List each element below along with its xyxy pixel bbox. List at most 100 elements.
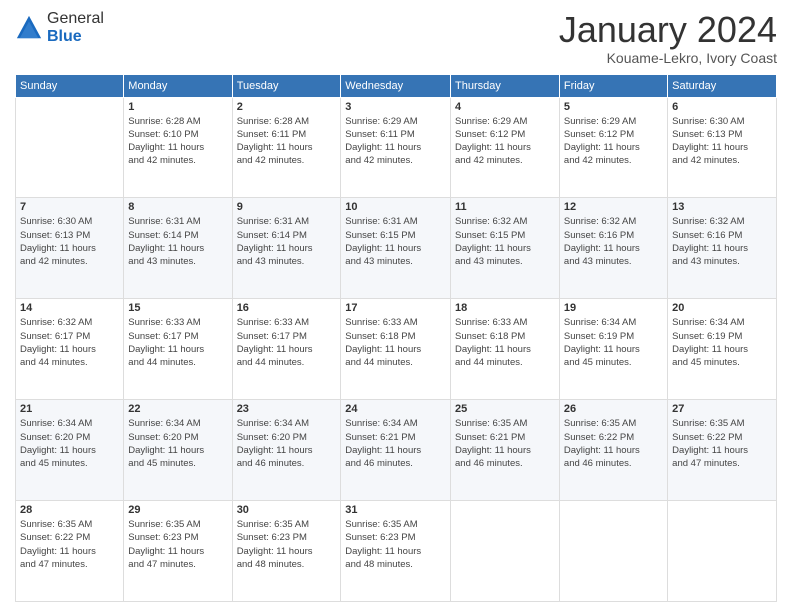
calendar-cell: 17Sunrise: 6:33 AMSunset: 6:18 PMDayligh…	[341, 299, 451, 400]
calendar-cell: 22Sunrise: 6:34 AMSunset: 6:20 PMDayligh…	[124, 400, 232, 501]
day-info: Sunrise: 6:35 AMSunset: 6:22 PMDaylight:…	[672, 417, 772, 470]
day-info: Sunrise: 6:29 AMSunset: 6:11 PMDaylight:…	[345, 115, 446, 168]
day-info: Sunrise: 6:32 AMSunset: 6:17 PMDaylight:…	[20, 316, 119, 369]
day-info: Sunrise: 6:33 AMSunset: 6:17 PMDaylight:…	[237, 316, 337, 369]
calendar-cell: 19 Sunrise: 6:34 AMSunset: 6:19 PMDayligh…	[559, 299, 667, 400]
day-number: 22	[128, 403, 227, 415]
calendar-cell: 4Sunrise: 6:29 AMSunset: 6:12 PMDaylight…	[451, 97, 560, 198]
header: General Blue January 2024 Kouame-Lekro, …	[15, 10, 777, 66]
calendar-week-4: 21 Sunrise: 6:34 AMSunset: 6:20 PMDayligh…	[16, 400, 777, 501]
logo-blue-text: Blue	[47, 28, 104, 46]
day-info: Sunrise: 6:30 AMSunset: 6:13 PMDaylight:…	[20, 215, 119, 268]
day-info: Sunrise: 6:35 AMSunset: 6:22 PMDaylight:…	[564, 417, 663, 470]
day-info: Sunrise: 6:28 AMSunset: 6:10 PMDaylight:…	[128, 115, 227, 168]
day-info: Sunrise: 6:28 AMSunset: 6:11 PMDaylight:…	[237, 115, 337, 168]
day-number: 1	[128, 101, 227, 113]
header-wednesday: Wednesday	[341, 74, 451, 97]
header-monday: Monday	[124, 74, 232, 97]
calendar-cell: 27 Sunrise: 6:35 AMSunset: 6:22 PMDayligh…	[668, 400, 777, 501]
header-thursday: Thursday	[451, 74, 560, 97]
calendar-cell: 16Sunrise: 6:33 AMSunset: 6:17 PMDayligh…	[232, 299, 341, 400]
calendar-week-5: 28Sunrise: 6:35 AMSunset: 6:22 PMDayligh…	[16, 501, 777, 602]
header-friday: Friday	[559, 74, 667, 97]
calendar-cell: 6 Sunrise: 6:30 AMSunset: 6:13 PMDaylight…	[668, 97, 777, 198]
calendar-cell: 28Sunrise: 6:35 AMSunset: 6:22 PMDayligh…	[16, 501, 124, 602]
title-area: January 2024 Kouame-Lekro, Ivory Coast	[559, 10, 777, 66]
calendar-cell: 31 Sunrise: 6:35 AMSunset: 6:23 PMDayligh…	[341, 501, 451, 602]
day-info: Sunrise: 6:35 AMSunset: 6:23 PMDaylight:…	[345, 518, 446, 571]
day-number: 24	[345, 403, 446, 415]
day-info: Sunrise: 6:29 AMSunset: 6:12 PMDaylight:…	[564, 115, 663, 168]
calendar-cell	[668, 501, 777, 602]
day-info: Sunrise: 6:30 AMSunset: 6:13 PMDaylight:…	[672, 115, 772, 168]
day-info: Sunrise: 6:34 AMSunset: 6:20 PMDaylight:…	[237, 417, 337, 470]
header-sunday: Sunday	[16, 74, 124, 97]
day-number: 18	[455, 302, 555, 314]
day-number: 8	[128, 201, 227, 213]
logo-general-text: General	[47, 10, 104, 28]
day-number: 13	[672, 201, 772, 213]
calendar-cell: 2 Sunrise: 6:28 AMSunset: 6:11 PMDaylight…	[232, 97, 341, 198]
day-info: Sunrise: 6:33 AMSunset: 6:17 PMDaylight:…	[128, 316, 227, 369]
day-number: 21	[20, 403, 119, 415]
calendar-cell: 1 Sunrise: 6:28 AMSunset: 6:10 PMDaylight…	[124, 97, 232, 198]
calendar-cell: 25 Sunrise: 6:35 AMSunset: 6:21 PMDayligh…	[451, 400, 560, 501]
day-number: 27	[672, 403, 772, 415]
calendar-cell: 13 Sunrise: 6:32 AMSunset: 6:16 PMDayligh…	[668, 198, 777, 299]
header-saturday: Saturday	[668, 74, 777, 97]
day-number: 20	[672, 302, 772, 314]
day-number: 6	[672, 101, 772, 113]
day-number: 7	[20, 201, 119, 213]
calendar-cell: 23 Sunrise: 6:34 AMSunset: 6:20 PMDayligh…	[232, 400, 341, 501]
day-info: Sunrise: 6:34 AMSunset: 6:20 PMDaylight:…	[20, 417, 119, 470]
location-subtitle: Kouame-Lekro, Ivory Coast	[559, 50, 777, 66]
calendar-cell: 7 Sunrise: 6:30 AMSunset: 6:13 PMDaylight…	[16, 198, 124, 299]
day-number: 29	[128, 504, 227, 516]
calendar-cell: 12Sunrise: 6:32 AMSunset: 6:16 PMDayligh…	[559, 198, 667, 299]
calendar-cell: 18 Sunrise: 6:33 AMSunset: 6:18 PMDayligh…	[451, 299, 560, 400]
day-number: 11	[455, 201, 555, 213]
month-title: January 2024	[559, 10, 777, 50]
day-info: Sunrise: 6:34 AMSunset: 6:21 PMDaylight:…	[345, 417, 446, 470]
logo: General Blue	[15, 10, 104, 45]
day-number: 31	[345, 504, 446, 516]
day-number: 17	[345, 302, 446, 314]
day-info: Sunrise: 6:34 AMSunset: 6:19 PMDaylight:…	[564, 316, 663, 369]
day-info: Sunrise: 6:31 AMSunset: 6:14 PMDaylight:…	[128, 215, 227, 268]
calendar-week-3: 14 Sunrise: 6:32 AMSunset: 6:17 PMDayligh…	[16, 299, 777, 400]
calendar-cell: 10Sunrise: 6:31 AMSunset: 6:15 PMDayligh…	[341, 198, 451, 299]
day-info: Sunrise: 6:35 AMSunset: 6:22 PMDaylight:…	[20, 518, 119, 571]
calendar-cell: 29 Sunrise: 6:35 AMSunset: 6:23 PMDayligh…	[124, 501, 232, 602]
calendar-cell: 15Sunrise: 6:33 AMSunset: 6:17 PMDayligh…	[124, 299, 232, 400]
calendar-cell: 8 Sunrise: 6:31 AMSunset: 6:14 PMDaylight…	[124, 198, 232, 299]
calendar-cell: 3Sunrise: 6:29 AMSunset: 6:11 PMDaylight…	[341, 97, 451, 198]
header-tuesday: Tuesday	[232, 74, 341, 97]
calendar-cell	[451, 501, 560, 602]
day-info: Sunrise: 6:32 AMSunset: 6:16 PMDaylight:…	[672, 215, 772, 268]
day-number: 9	[237, 201, 337, 213]
day-info: Sunrise: 6:35 AMSunset: 6:21 PMDaylight:…	[455, 417, 555, 470]
day-number: 4	[455, 101, 555, 113]
day-number: 30	[237, 504, 337, 516]
calendar-cell: 21 Sunrise: 6:34 AMSunset: 6:20 PMDayligh…	[16, 400, 124, 501]
calendar-cell: 24 Sunrise: 6:34 AMSunset: 6:21 PMDayligh…	[341, 400, 451, 501]
calendar-cell	[559, 501, 667, 602]
day-info: Sunrise: 6:34 AMSunset: 6:19 PMDaylight:…	[672, 316, 772, 369]
day-number: 19	[564, 302, 663, 314]
calendar-table: Sunday Monday Tuesday Wednesday Thursday…	[15, 74, 777, 602]
day-info: Sunrise: 6:33 AMSunset: 6:18 PMDaylight:…	[455, 316, 555, 369]
day-info: Sunrise: 6:31 AMSunset: 6:15 PMDaylight:…	[345, 215, 446, 268]
day-info: Sunrise: 6:32 AMSunset: 6:15 PMDaylight:…	[455, 215, 555, 268]
day-number: 14	[20, 302, 119, 314]
calendar-cell: 26 Sunrise: 6:35 AMSunset: 6:22 PMDayligh…	[559, 400, 667, 501]
calendar-cell: 20 Sunrise: 6:34 AMSunset: 6:19 PMDayligh…	[668, 299, 777, 400]
day-info: Sunrise: 6:31 AMSunset: 6:14 PMDaylight:…	[237, 215, 337, 268]
calendar-cell	[16, 97, 124, 198]
day-number: 5	[564, 101, 663, 113]
day-number: 26	[564, 403, 663, 415]
day-info: Sunrise: 6:35 AMSunset: 6:23 PMDaylight:…	[128, 518, 227, 571]
day-number: 25	[455, 403, 555, 415]
day-number: 23	[237, 403, 337, 415]
calendar-cell: 5 Sunrise: 6:29 AMSunset: 6:12 PMDaylight…	[559, 97, 667, 198]
day-number: 2	[237, 101, 337, 113]
